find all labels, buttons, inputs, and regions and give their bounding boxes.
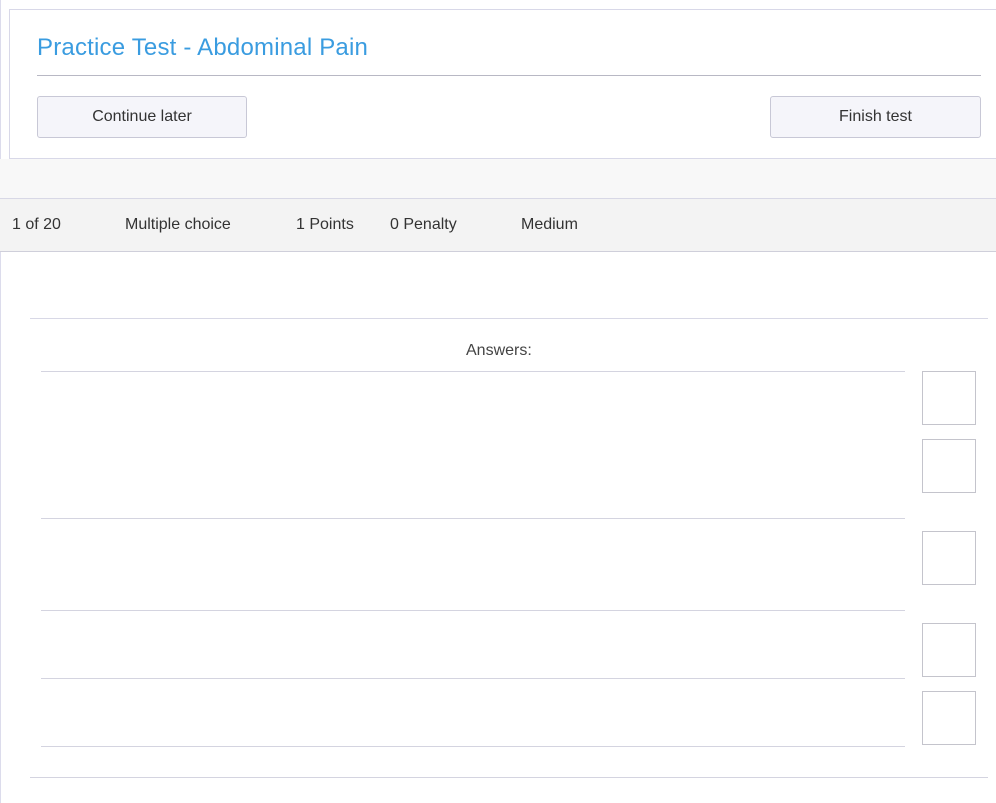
answer-divider	[41, 678, 905, 679]
question-points: 1 Points	[296, 216, 354, 233]
answer-option-text	[41, 532, 905, 548]
answer-divider	[41, 610, 905, 611]
answer-checkbox-4[interactable]	[922, 623, 976, 677]
answer-option	[41, 532, 905, 548]
test-title: Practice Test - Abdominal Pain	[37, 34, 369, 61]
question-difficulty: Medium	[521, 216, 578, 233]
answer-option	[41, 692, 905, 708]
practice-test-page: Practice Test - Abdominal Pain Continue …	[0, 0, 996, 803]
page-left-border	[0, 0, 1, 803]
question-position: 1 of 20	[12, 216, 61, 233]
question-text	[30, 252, 988, 318]
section-separator	[0, 159, 996, 199]
answer-checkbox-5[interactable]	[922, 691, 976, 745]
answer-option-text	[41, 692, 905, 708]
title-divider	[37, 75, 981, 76]
answer-option-text	[41, 440, 905, 456]
continue-later-button[interactable]: Continue later	[37, 96, 247, 138]
answer-option-text	[41, 624, 905, 640]
question-penalty: 0 Penalty	[390, 216, 457, 233]
answer-checkbox-3[interactable]	[922, 531, 976, 585]
test-header: Practice Test - Abdominal Pain Continue …	[9, 9, 996, 159]
question-divider	[30, 318, 988, 319]
question-type: Multiple choice	[125, 216, 231, 233]
finish-test-button[interactable]: Finish test	[770, 96, 981, 138]
answers-bottom-divider	[30, 777, 988, 778]
answer-checkbox-2[interactable]	[922, 439, 976, 493]
answer-divider	[41, 746, 905, 747]
answers-label: Answers:	[466, 342, 532, 359]
answer-option-text	[41, 372, 905, 388]
answer-divider	[41, 518, 905, 519]
answer-checkbox-1[interactable]	[922, 371, 976, 425]
question-info-bar: 1 of 20 Multiple choice 1 Points 0 Penal…	[0, 198, 996, 252]
answer-option	[41, 372, 905, 388]
answer-option	[41, 624, 905, 640]
answer-option	[41, 440, 905, 456]
